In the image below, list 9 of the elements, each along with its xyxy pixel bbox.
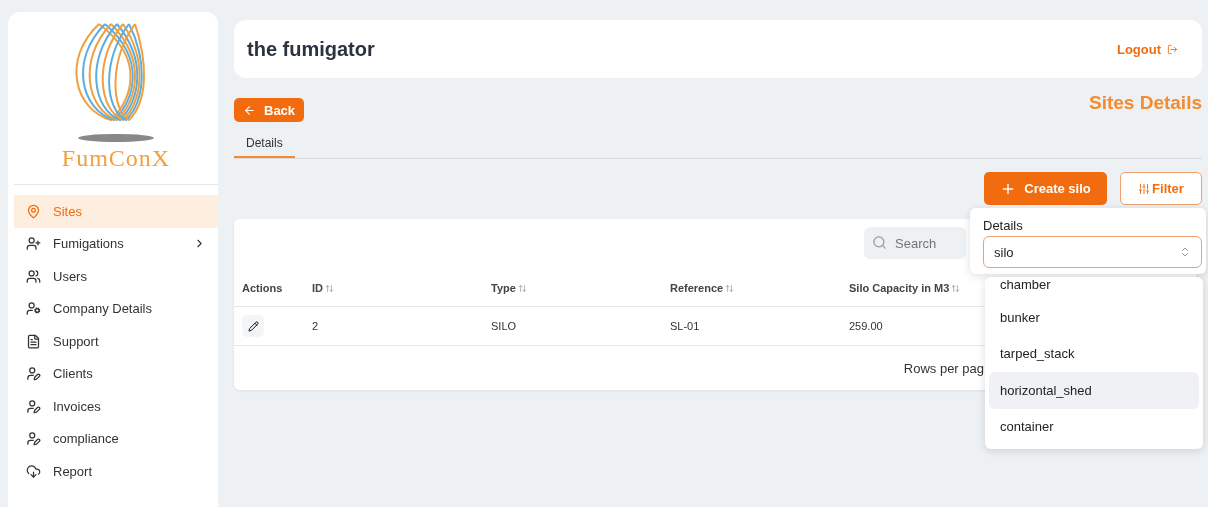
table-cell-text: SL-01 (670, 320, 701, 332)
table-cell-text: SILO (491, 320, 518, 332)
table-cell-text: 2 (312, 320, 320, 332)
rows-per-page-label: Rows per pag (903, 360, 984, 376)
page-title: Sites Details (1089, 92, 1202, 114)
app-title: the fumigator (247, 37, 375, 61)
field-label: Details (983, 218, 1024, 233)
table-cell-text: 259.00 (849, 320, 884, 332)
brand-name: FumConX (61, 145, 171, 172)
